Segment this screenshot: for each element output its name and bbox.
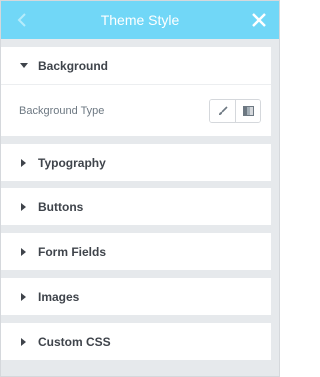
theme-style-panel: Theme Style Background Background Type T… <box>0 0 280 377</box>
section-typography-label: Typography <box>38 155 106 170</box>
section-images-toggle[interactable]: Images <box>1 278 271 315</box>
gradient-option-button[interactable] <box>235 99 260 122</box>
section-buttons-toggle[interactable]: Buttons <box>1 188 271 225</box>
scrollbar-track[interactable] <box>271 39 279 376</box>
close-button[interactable] <box>249 10 269 30</box>
caret-right-icon <box>19 337 29 347</box>
section-buttons: Buttons <box>1 188 271 225</box>
section-custom-css-toggle[interactable]: Custom CSS <box>1 323 271 360</box>
panel-title: Theme Style <box>100 12 180 28</box>
caret-right-icon <box>19 158 29 168</box>
background-type-control: Background Type <box>1 84 271 136</box>
section-form-fields-label: Form Fields <box>38 244 107 259</box>
classic-brush-icon <box>218 105 228 115</box>
section-background-label: Background <box>38 58 109 73</box>
section-images-label: Images <box>38 289 80 304</box>
section-background-toggle[interactable]: Background <box>1 47 271 84</box>
section-buttons-label: Buttons <box>38 199 84 214</box>
section-images: Images <box>1 278 271 315</box>
caret-right-icon <box>19 202 29 212</box>
background-type-choices <box>209 98 261 123</box>
section-custom-css-label: Custom CSS <box>38 334 111 349</box>
gradient-icon <box>242 105 254 116</box>
chevron-left-icon <box>17 13 26 27</box>
caret-right-icon <box>19 292 29 302</box>
caret-right-icon <box>19 247 29 257</box>
section-background: Background Background Type <box>1 47 271 136</box>
background-type-label: Background Type <box>19 104 105 117</box>
close-icon <box>252 13 266 27</box>
panel-header: Theme Style <box>1 1 279 39</box>
section-typography: Typography <box>1 144 271 181</box>
classic-option-button[interactable] <box>210 99 235 122</box>
back-button[interactable] <box>13 10 31 30</box>
section-typography-toggle[interactable]: Typography <box>1 144 271 181</box>
section-form-fields: Form Fields <box>1 233 271 270</box>
section-custom-css: Custom CSS <box>1 323 271 360</box>
caret-down-icon <box>19 61 29 71</box>
section-form-fields-toggle[interactable]: Form Fields <box>1 233 271 270</box>
